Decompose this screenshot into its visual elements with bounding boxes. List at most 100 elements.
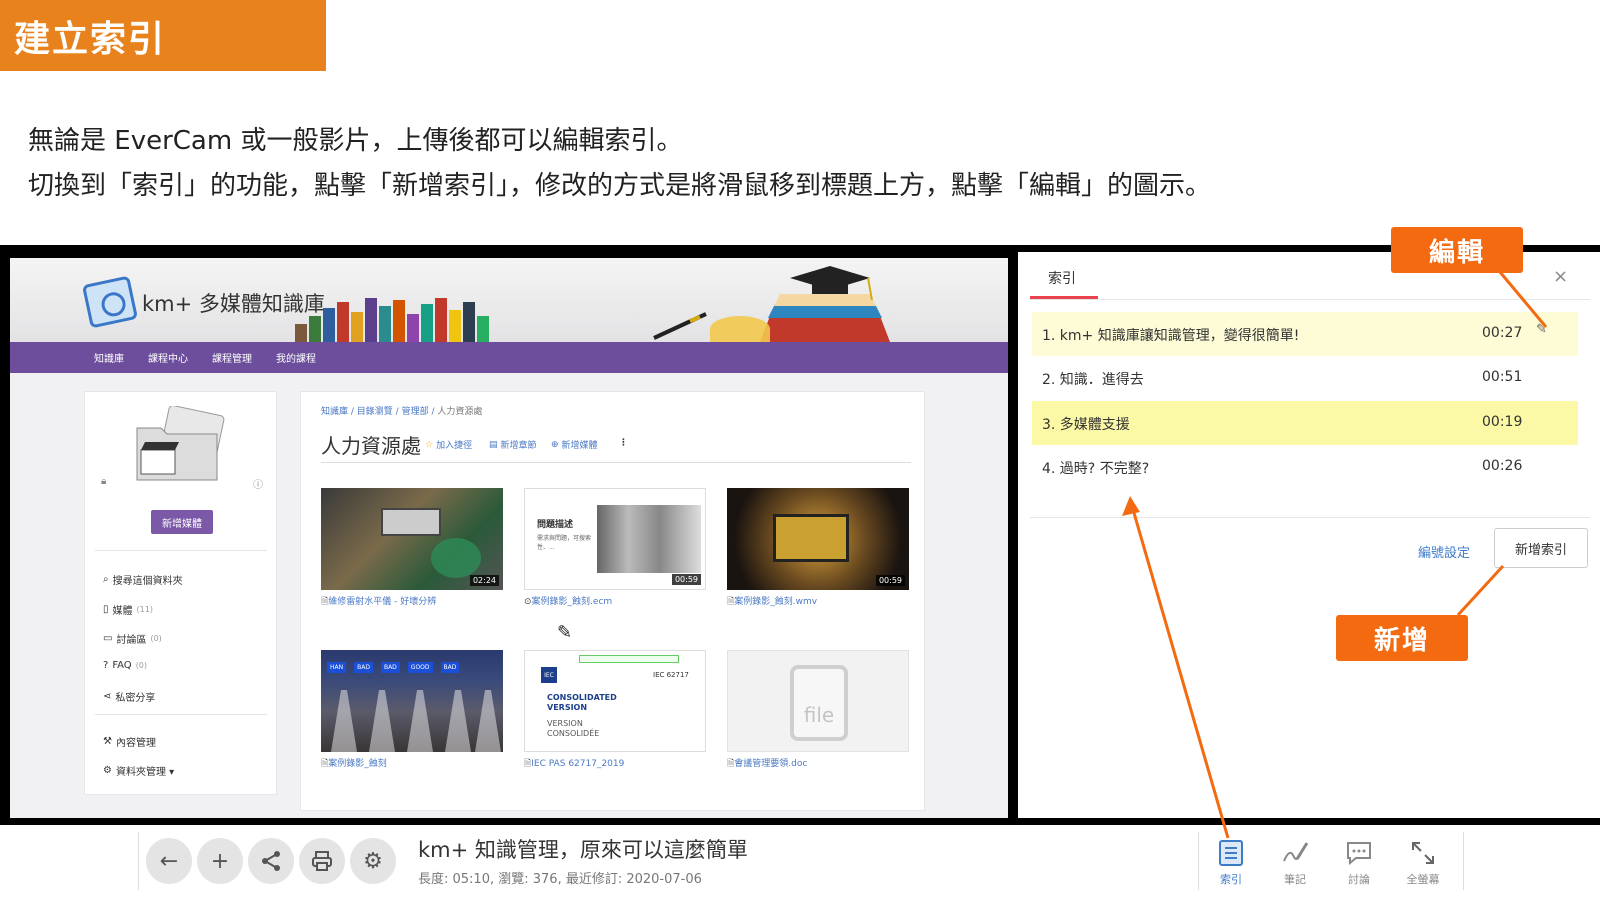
media-thumbnail[interactable]: IEC IEC 62717 CONSOLIDATED VERSION VERSI… [524,650,706,752]
index-row-title: 1. km+ 知識庫讓知識管理，變得很簡單! [1042,328,1300,344]
add-chapter-link[interactable]: ▤ 新增章節 [489,438,537,452]
media-caption-text: 維修雷射水平儀 - 好壞分辨 [328,597,437,607]
index-row[interactable]: 2. 知識．進得去 00:51 [1032,356,1578,400]
index-row[interactable]: 1. km+ 知識庫讓知識管理，變得很簡單! 00:27 ✎ [1032,312,1578,356]
numbering-settings-link[interactable]: 編號設定 [1418,542,1470,561]
sidebar-item-label: 討論區 [116,635,147,646]
gear-icon: ⚙ [103,765,112,776]
add-index-button[interactable]: 新增索引 [1494,528,1588,568]
add-media-label: 新增媒體 [561,441,598,451]
media-caption[interactable]: 🗎︎案例錄影_蝕刻 [321,756,511,772]
add-media-link[interactable]: ⊕ 新增媒體 [551,438,598,452]
fullscreen-icon [1412,842,1434,864]
index-row-time: 00:19 [1482,414,1523,430]
media-caption[interactable]: 🗎︎會議管理要領.doc [727,756,917,772]
tab-index[interactable]: 索引 [1048,268,1076,288]
comment-icon [1347,842,1371,866]
title-divider [321,462,911,463]
folder-sidebar: 🔒︎ ⓘ 新增媒體 ⌕ 搜尋這個資料夾 ▯ 媒體 (11) ▭ 討論區 (0) ? FAQ(… [84,391,277,795]
sidebar-item-label: FAQ [112,660,132,671]
tool-label: 全螢幕 [1406,873,1440,886]
toolbar-divider [1463,832,1464,890]
sidebar-item-discussion[interactable]: ▭ 討論區 (0) [103,631,162,646]
pen-illustration [653,312,707,340]
nav-item-course-admin[interactable]: 課程管理 [212,350,252,365]
back-button[interactable]: ← [146,838,192,884]
index-row-time: 00:26 [1482,458,1523,474]
sidebar-item-faq[interactable]: ? FAQ (0) [103,660,147,671]
slide-heading: 問題描述 [537,520,574,530]
media-thumbnail[interactable]: file [727,650,909,752]
media-thumbnail[interactable]: HAN BAD BAD GOOD BAD [321,650,503,752]
media-thumbnail[interactable]: 00:59 [727,488,909,590]
km-logo-icon [81,275,139,329]
mouse-cursor-icon: ✎ [557,622,573,643]
settings-button[interactable]: ⚙ [350,838,396,884]
more-options-icon[interactable]: ⋮ [619,438,628,448]
lock-icon: 🔒︎ [101,476,107,487]
media-caption[interactable]: ⊙案例錄影_蝕刻.ecm [524,594,714,607]
close-icon[interactable]: × [1553,266,1568,287]
search-icon: ⌕ [103,574,109,585]
graduation-books-illustration [760,266,890,342]
new-media-button[interactable]: 新增媒體 [151,510,213,534]
description-line-1: 無論是 EverCam 或一般影片，上傳後都可以編輯索引。 [28,126,683,156]
index-row-title: 4. 過時? 不完整? [1042,461,1150,477]
wrench-icon: ⚒ [103,736,112,747]
breadcrumb-item[interactable]: 目錄瀏覽 [357,407,393,417]
media-caption[interactable]: 🗎︎維修雷射水平儀 - 好壞分辨 [321,594,511,610]
add-button[interactable]: + [197,838,243,884]
sidebar-item-content-admin[interactable]: ⚒ 內容管理 [103,734,156,749]
folder-content: 知識庫 / 目錄瀏覽 / 管理部 / 人力資源處 人力資源處 ☆ 加入捷徑 ▤ 新增… [300,391,925,811]
iec-logo: IEC [541,667,557,683]
sidebar-item-search[interactable]: ⌕ 搜尋這個資料夾 [103,572,183,587]
nozzle-label: HAN [327,662,347,673]
slide-body: 需求與問題，可搜索性、... [537,535,592,551]
iec-code: IEC 62717 [653,671,689,679]
index-row-active[interactable]: 3. 多媒體支援 00:19 [1032,401,1578,445]
nav-item-knowledge[interactable]: 知識庫 [94,350,124,365]
media-thumbnail[interactable]: 02:24 [321,488,503,590]
folder-icon [136,406,225,481]
circuit-board-shape [773,514,849,562]
sidebar-divider [95,714,267,715]
info-icon[interactable]: ⓘ [253,476,263,491]
nav-item-courses[interactable]: 課程中心 [148,350,188,365]
notes-tool-button[interactable]: 筆記 [1270,836,1320,887]
fullscreen-tool-button[interactable]: 全螢幕 [1398,836,1448,887]
media-caption[interactable]: 🗎︎案例錄影_蝕刻.wmv [727,594,917,610]
slide-title-banner: 建立索引 [0,0,326,71]
sidebar-item-label: 媒體 [112,606,133,617]
index-tool-button[interactable]: 索引 [1206,836,1256,887]
breadcrumb-item[interactable]: 管理部 [402,407,429,417]
media-count: (11) [136,605,153,614]
index-row[interactable]: 4. 過時? 不完整? 00:26 [1032,445,1578,489]
index-list-divider [1030,517,1590,518]
share-icon: ⋖ [103,691,112,702]
media-thumbnail[interactable]: 問題描述 需求與問題，可搜索性、... 00:59 [524,488,706,590]
sidebar-item-private-share[interactable]: ⋖ 私密分享 [103,689,155,704]
print-button[interactable] [299,838,345,884]
media-caption[interactable]: 🗎︎IEC PAS 62717_2019 [524,756,714,772]
add-favorite-link[interactable]: ☆ 加入捷徑 [425,438,472,452]
faq-count: (0) [135,661,148,670]
nozzle-label: GOOD [407,662,433,673]
sidebar-item-media[interactable]: ▯ 媒體 (11) [103,602,153,617]
nav-item-my-courses[interactable]: 我的課程 [276,350,316,365]
discussion-count: (0) [150,634,162,643]
nozzle-label: BAD [440,662,460,673]
video-title: km+ 知識管理，原來可以這麼簡單 [418,838,748,862]
sidebar-item-folder-admin[interactable]: ⚙ 資料夾管理 ▾ [103,763,174,778]
edit-pencil-icon[interactable]: ✎ [1536,322,1547,337]
tool-label: 筆記 [1284,873,1306,886]
index-row-time: 00:27 [1482,325,1523,341]
green-banner [579,655,679,663]
share-button[interactable] [248,838,294,884]
index-list-icon [1219,840,1243,866]
arrow-left-icon: ← [159,848,179,874]
breadcrumb-item[interactable]: 知識庫 [321,407,348,417]
duration-badge: 00:59 [671,574,701,585]
note-pen-icon [1283,842,1309,862]
add-chapter-label: 新增章節 [500,441,537,451]
discussion-tool-button[interactable]: 討論 [1334,836,1384,887]
